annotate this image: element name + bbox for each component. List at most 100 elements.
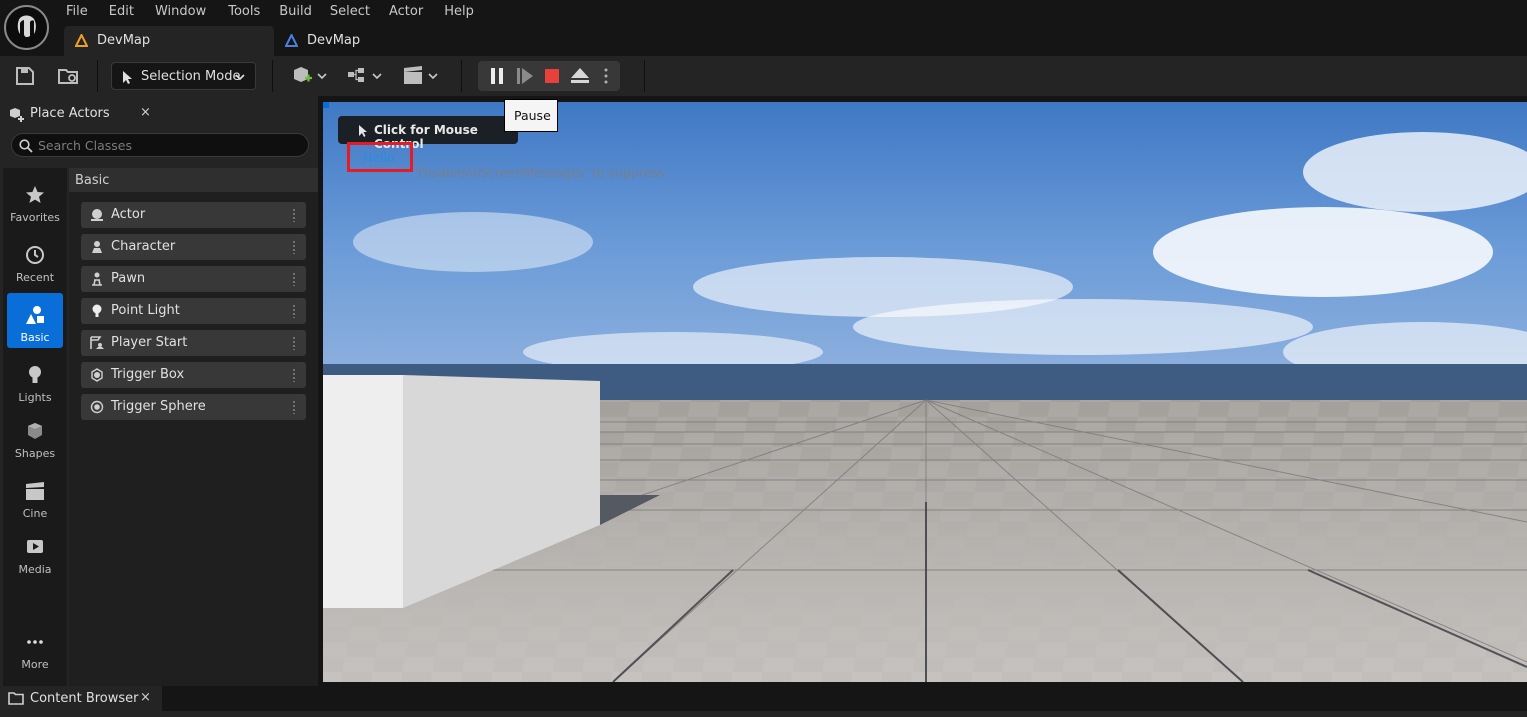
bottom-drawer: Content Browser × [0,686,1527,717]
list-item-point-light[interactable]: Point Light [81,298,306,324]
menu-file[interactable]: File [66,4,100,20]
menu-actor[interactable]: Actor [389,4,435,20]
category-basic[interactable]: Basic [7,293,63,348]
viewport-focus-indicator [323,102,329,108]
category-label: Media [18,563,52,576]
drag-handle-icon[interactable] [292,336,296,350]
drag-handle-icon[interactable] [292,272,296,286]
content-browser-title: Content Browser [30,691,139,706]
category-cine[interactable]: Cine [7,469,63,524]
menu-tools[interactable]: Tools [228,4,272,20]
play-options-button[interactable] [594,61,618,91]
list-item-pawn[interactable]: Pawn [81,266,306,292]
stop-button[interactable] [538,61,566,91]
item-label: Point Light [111,303,180,318]
section-title: Basic [75,173,110,188]
menu-window[interactable]: Window [155,4,218,20]
tab-devmap-active[interactable]: DevMap [64,26,274,56]
level-icon [285,34,298,47]
place-actors-icon [10,108,24,122]
click-for-mouse-control-button[interactable]: Click for Mouse Control [338,116,518,151]
status-bar [0,711,1527,717]
basic-shapes-icon [26,306,44,324]
category-label: Basic [20,331,50,344]
selection-mode-icon [123,71,132,84]
sphere-icon [91,209,103,221]
clapperboard-icon [26,482,44,500]
save-icon[interactable] [15,67,35,85]
menu-select[interactable]: Select [330,4,382,20]
list-item-player-start[interactable]: Player Start [81,330,306,356]
category-media[interactable]: Media [7,525,63,580]
pause-icon [491,68,503,84]
item-label: Player Start [111,335,188,350]
close-icon[interactable]: × [140,105,151,120]
category-label: Shapes [14,447,56,460]
title-bar: File Edit Window Tools Build Select Acto… [0,0,1527,56]
eject-icon [571,68,589,83]
frame-skip-button[interactable] [510,61,538,91]
category-favorites[interactable]: Favorites [7,173,63,228]
tooltip-text: Pause [514,108,551,123]
list-item-trigger-box[interactable]: Trigger Box [81,362,306,388]
cinematics-icon[interactable] [402,66,440,86]
item-label: Trigger Box [111,367,185,382]
eject-button[interactable] [566,61,594,91]
tab-label: DevMap [307,33,361,48]
menu-help[interactable]: Help [444,4,486,20]
content-browser-open-icon[interactable] [57,67,81,85]
toolbar-separator [644,60,645,92]
level-viewport[interactable]: Click for Mouse Control Hello 'DisableAl… [323,102,1527,682]
trigger-sphere-icon [90,400,104,414]
list-item-trigger-sphere[interactable]: Trigger Sphere [81,394,306,420]
menu-edit[interactable]: Edit [109,4,146,20]
pause-tooltip: Pause [504,99,558,132]
search-classes-field[interactable] [11,133,309,157]
drag-handle-icon[interactable] [292,304,296,318]
suppress-messages-hint: 'DisableAllScreenMessages' to suppress [415,165,665,180]
character-icon [92,241,102,253]
level-icon [75,34,88,47]
selection-mode-label: Selection Mode [141,69,241,84]
place-actors-panel: Place Actors × Favorites Recent [0,96,318,686]
menu-build[interactable]: Build [279,4,324,20]
trigger-box-icon [91,368,103,382]
search-input[interactable] [38,137,298,153]
category-recent[interactable]: Recent [7,233,63,288]
content-browser-icon [8,692,24,705]
list-item-character[interactable]: Character [81,234,306,260]
hello-message: Hello [363,150,395,165]
unreal-logo-icon[interactable] [4,5,49,50]
more-vertical-icon [604,68,608,84]
cube-icon [28,423,42,439]
item-label: Pawn [111,271,146,286]
main-menu: File Edit Window Tools Build Select Acto… [66,4,486,20]
category-label: Cine [22,507,48,520]
category-label: Favorites [10,211,60,224]
lightbulb-icon [29,366,41,383]
list-item-actor[interactable]: Actor [81,202,306,228]
selection-mode-dropdown[interactable]: Selection Mode [111,62,256,90]
tab-label: DevMap [97,33,151,48]
category-more[interactable]: More [7,620,63,675]
toolbar-separator [272,60,273,92]
content-browser-tab[interactable]: Content Browser × [0,686,162,711]
star-icon [26,186,44,203]
pause-button[interactable] [482,61,510,91]
actor-list: Basic Actor Character Pawn Point Light P… [69,168,318,686]
drag-handle-icon[interactable] [292,208,296,222]
tab-devmap[interactable]: DevMap [274,26,414,56]
drag-handle-icon[interactable] [292,240,296,254]
frame-skip-icon [517,68,533,84]
place-actors-tab[interactable]: Place Actors × [0,98,160,128]
drag-handle-icon[interactable] [292,368,296,382]
drag-handle-icon[interactable] [292,400,296,414]
category-shapes[interactable]: Shapes [7,409,63,464]
search-icon [19,139,33,153]
category-lights[interactable]: Lights [7,353,63,408]
item-label: Trigger Sphere [111,399,206,414]
chevron-down-icon [235,74,245,81]
add-actor-icon[interactable] [291,66,329,86]
blueprints-icon[interactable] [346,66,384,86]
close-icon[interactable]: × [140,690,151,705]
